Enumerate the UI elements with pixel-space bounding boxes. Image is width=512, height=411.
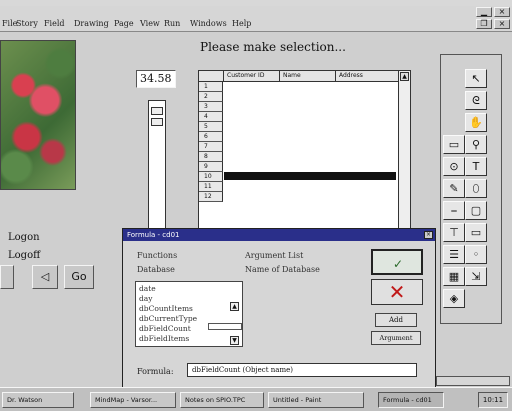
add-button[interactable]: Add (375, 313, 417, 327)
restore-icon[interactable]: ❐ (476, 19, 492, 29)
taskbar-item[interactable]: Notes on SPIO.TPC (180, 392, 264, 408)
dialog-title: Formula - cd01 (123, 229, 435, 241)
picture-icon[interactable]: ▦ (443, 267, 465, 286)
menu-run[interactable]: Run (164, 19, 180, 28)
taskbar-item[interactable]: Untitled - Paint (268, 392, 364, 408)
taskbar-item[interactable]: Dr. Watson (2, 392, 74, 408)
database-label: Database (137, 265, 175, 274)
argument-value: Name of Database (245, 265, 320, 274)
selected-item-highlight (208, 323, 242, 330)
text-icon[interactable]: T (465, 157, 487, 176)
line-icon[interactable]: ⎯ (443, 201, 465, 220)
menu-help[interactable]: Help (232, 19, 251, 28)
menu-view[interactable]: View (140, 19, 160, 28)
list-item[interactable]: dbCountItems (139, 304, 193, 313)
row-number[interactable]: 12 (199, 192, 223, 202)
go-button[interactable]: Go (64, 265, 94, 289)
hand-icon[interactable]: ✋ (465, 113, 487, 132)
grid-scrollbar[interactable]: ▲ (398, 71, 410, 229)
nav-button-left[interactable] (0, 265, 14, 289)
doc-close-icon[interactable]: × (494, 19, 510, 29)
field-icon[interactable]: ⊤ (443, 223, 465, 242)
lasso-icon[interactable]: ᘓ (465, 91, 487, 110)
list-item[interactable]: date (139, 284, 156, 293)
row-number-column: 1 2 3 4 5 6 7 8 9 10 11 12 (199, 82, 223, 202)
close-icon[interactable]: × (494, 7, 510, 17)
button-icon[interactable]: ▭ (465, 223, 487, 242)
column-header-customer-id[interactable]: Customer ID (223, 71, 279, 81)
cancel-button[interactable]: ✕ (371, 279, 423, 305)
row-number[interactable]: 2 (199, 92, 223, 102)
row-number[interactable]: 10 (199, 172, 223, 182)
row-number[interactable]: 8 (199, 152, 223, 162)
row-number[interactable]: 6 (199, 132, 223, 142)
listbox-icon[interactable]: ☰ (443, 245, 465, 264)
back-button[interactable]: ◁ (32, 265, 58, 289)
list-item[interactable]: dbCurrentType (139, 314, 197, 323)
flower-picture (0, 40, 76, 190)
oval-icon[interactable]: ⬯ (465, 179, 487, 198)
rectangle-icon[interactable]: ▭ (443, 135, 465, 154)
menu-bar: File Story Field Drawing Page View Run W… (0, 6, 512, 32)
grid-header: Customer ID Name Address (199, 71, 410, 82)
row-number[interactable]: 3 (199, 102, 223, 112)
tool-palette: ↖ ᘓ ✋ ▭ ⚲ ⊙ T ✎ ⬯ ⎯ ▢ ⊤ ▭ ☰ ◦ ▦ ⇲ ◈ (440, 54, 502, 324)
row-number[interactable]: 11 (199, 182, 223, 192)
list-scroll-up-icon[interactable]: ▲ (230, 302, 239, 311)
row-number[interactable]: 4 (199, 112, 223, 122)
taskbar: Dr. Watson MindMap - Varsor... Notes on … (0, 387, 512, 411)
functions-list[interactable]: date day dbCountItems dbCurrentType dbFi… (135, 281, 243, 347)
menu-story[interactable]: Story (16, 19, 38, 28)
row-number[interactable]: 1 (199, 82, 223, 92)
scroll-icon[interactable]: ⇲ (465, 267, 487, 286)
radio-icon[interactable]: ◦ (465, 245, 487, 264)
formula-input[interactable]: dbFieldCount (Object name) (187, 363, 417, 377)
selected-row[interactable] (224, 172, 396, 180)
star-icon[interactable]: ◈ (443, 289, 465, 308)
zoom-icon[interactable]: ⚲ (465, 135, 487, 154)
column-header-address[interactable]: Address (335, 71, 397, 81)
functions-label: Functions (137, 251, 178, 260)
paint-icon[interactable]: ✎ (443, 179, 465, 198)
list-item[interactable]: dbFieldCount (139, 324, 191, 333)
row-number[interactable]: 7 (199, 142, 223, 152)
list-scroll-down-icon[interactable]: ▼ (230, 336, 239, 345)
taskbar-item[interactable]: Formula - cd01 (378, 392, 444, 408)
page-title: Please make selection... (200, 40, 346, 54)
menu-page[interactable]: Page (114, 19, 134, 28)
argument-list-label: Argument List (245, 251, 304, 260)
taskbar-item[interactable]: MindMap - Varsor... (90, 392, 176, 408)
menu-drawing[interactable]: Drawing (74, 19, 109, 28)
slider-thumb-bottom[interactable] (151, 118, 163, 126)
circle-icon[interactable]: ⊙ (443, 157, 465, 176)
rounded-rect-icon[interactable]: ▢ (465, 201, 487, 220)
pointer-icon[interactable]: ↖ (465, 69, 487, 88)
minimize-icon[interactable]: ▁ (476, 7, 492, 17)
scroll-up-icon[interactable]: ▲ (400, 72, 409, 81)
number-field[interactable]: 34.58 (136, 70, 176, 88)
list-item[interactable]: day (139, 294, 153, 303)
vertical-slider[interactable] (148, 100, 166, 240)
taskbar-clock: 10:11 (478, 392, 508, 408)
menu-field[interactable]: Field (44, 19, 65, 28)
checkmark-icon: ✓ (393, 257, 404, 271)
formula-dialog: Formula - cd01 × Functions Argument List… (122, 228, 436, 388)
data-grid[interactable]: Customer ID Name Address 1 2 3 4 5 6 7 8… (198, 70, 411, 230)
row-number[interactable]: 5 (199, 122, 223, 132)
slider-thumb-top[interactable] (151, 107, 163, 115)
row-number[interactable]: 9 (199, 162, 223, 172)
argument-button[interactable]: Argument (371, 331, 421, 345)
formula-label: Formula: (137, 367, 174, 376)
logon-label[interactable]: Logon (8, 232, 40, 243)
menu-windows[interactable]: Windows (190, 19, 227, 28)
list-item[interactable]: dbFieldItems (139, 334, 189, 343)
horizontal-scrollbar[interactable] (436, 376, 510, 386)
dialog-close-icon[interactable]: × (424, 231, 433, 239)
column-header-name[interactable]: Name (279, 71, 335, 81)
ok-button[interactable]: ✓ (371, 249, 423, 275)
logoff-label[interactable]: Logoff (8, 250, 40, 261)
